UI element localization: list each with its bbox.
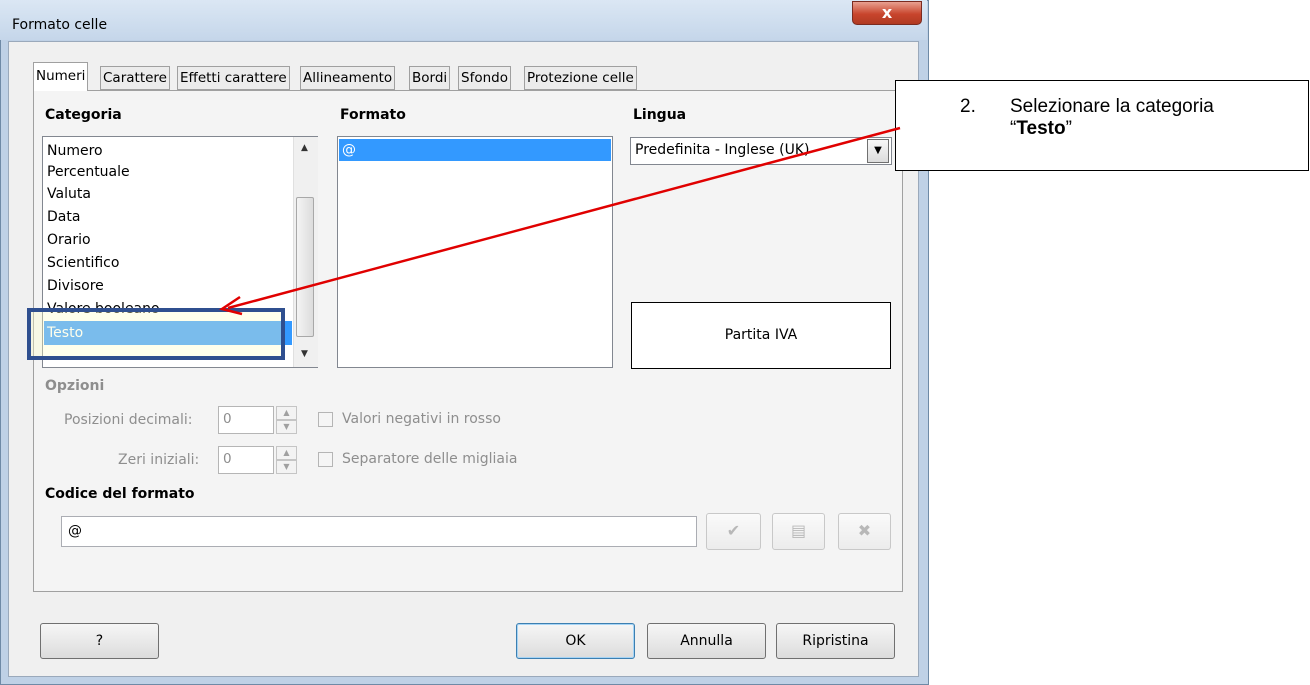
tab-numeri[interactable]: Numeri: [33, 62, 89, 91]
annotation-arrow: [218, 126, 901, 316]
annotation-arrow-line: [227, 126, 901, 310]
